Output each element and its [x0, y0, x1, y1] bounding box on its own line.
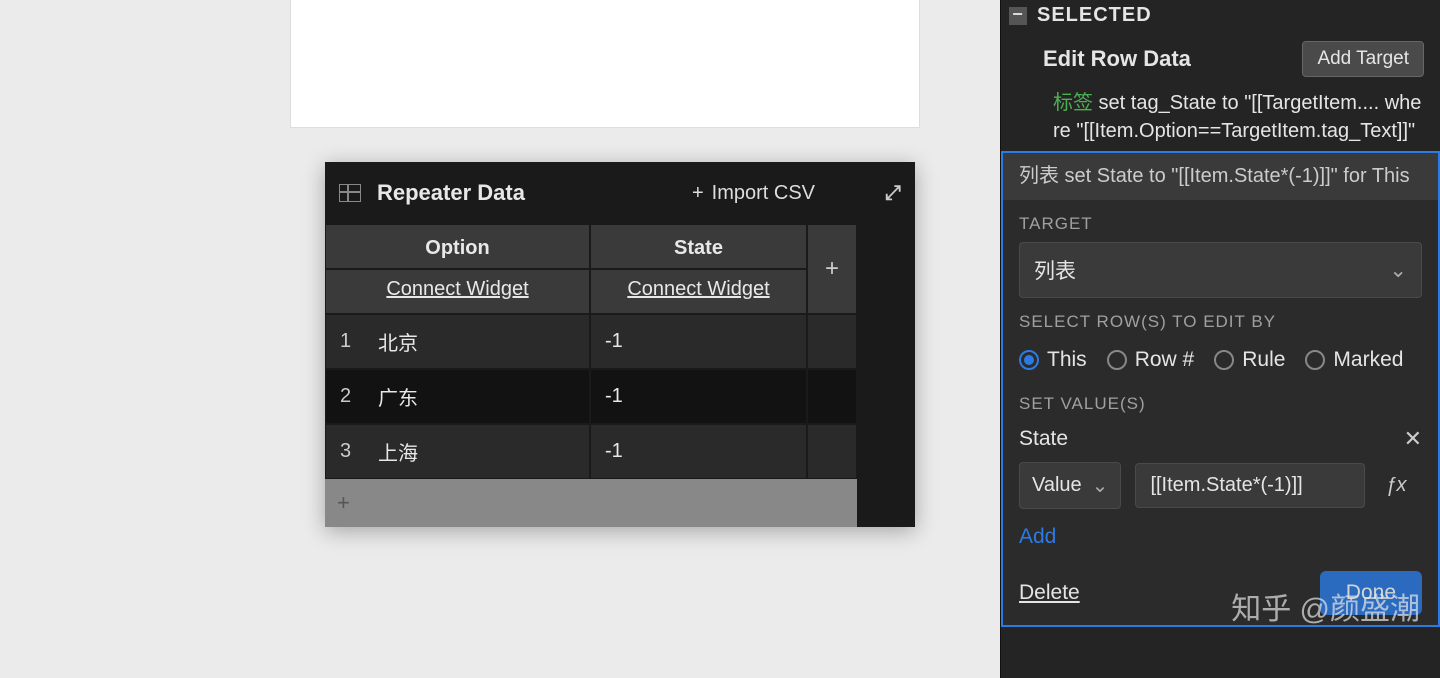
action-description-1[interactable]: 标签 set tag_State to "[[TargetItem.... wh… [1001, 83, 1440, 151]
action-text: set tag_State to "[[TargetItem.... where… [1053, 92, 1421, 142]
selected-section-header[interactable]: − SELECTED [1001, 0, 1440, 35]
set-values-label: SET VALUE(S) [1003, 380, 1438, 422]
table-spacer [857, 224, 915, 314]
done-button[interactable]: Done [1320, 571, 1422, 615]
value-expression-input[interactable] [1135, 463, 1365, 508]
target-select[interactable]: 列表 ⌄ [1019, 242, 1422, 298]
radio-icon [1019, 350, 1039, 370]
cell-tail [857, 424, 915, 479]
cell-state[interactable]: -1 [590, 314, 807, 369]
collapse-minus-icon[interactable]: − [1009, 7, 1027, 25]
cell-option: 北京 [368, 327, 418, 356]
action-summary[interactable]: 列表 set State to "[[Item.State*(-1)]]" fo… [1003, 153, 1438, 200]
value-type-select[interactable]: Value ⌄ [1019, 462, 1121, 509]
connect-widget-option[interactable]: Connect Widget [325, 269, 590, 314]
plus-icon: + [692, 182, 704, 205]
target-name-tag: 标签 [1053, 92, 1093, 114]
radio-marked[interactable]: Marked [1305, 348, 1403, 372]
repeater-data-panel: Repeater Data + Import CSV ⤢ Option Stat… [325, 162, 915, 527]
collapse-icon[interactable]: ⤢ [885, 182, 901, 205]
radio-icon [1107, 350, 1127, 370]
add-column-button[interactable]: + [807, 224, 857, 314]
fx-icon[interactable]: ƒx [1379, 474, 1412, 497]
cell-option: 广东 [368, 382, 418, 411]
row-index: 3 [340, 440, 368, 463]
cell-tail [857, 314, 915, 369]
connect-widget-state[interactable]: Connect Widget [590, 269, 807, 314]
cell-tail [857, 369, 915, 424]
column-header-state[interactable]: State [590, 224, 807, 269]
add-row-button[interactable]: + [325, 479, 857, 527]
radio-rownum[interactable]: Row # [1107, 348, 1195, 372]
chevron-down-icon: ⌄ [1092, 473, 1109, 498]
right-inspector-panel: − SELECTED Edit Row Data Add Target 标签 s… [1000, 0, 1440, 678]
cell-state[interactable]: -1 [590, 369, 807, 424]
cell-option: 上海 [368, 437, 418, 466]
row-index: 2 [340, 385, 368, 408]
add-target-button[interactable]: Add Target [1302, 41, 1424, 77]
radio-this[interactable]: This [1019, 348, 1087, 372]
remove-value-button[interactable]: ✕ [1404, 426, 1422, 452]
canvas-white-frame [290, 0, 920, 128]
set-value-field-name: State [1019, 427, 1404, 451]
table-row[interactable]: 2广东 [325, 369, 590, 424]
select-rows-label: SELECT ROW(S) TO EDIT BY [1003, 298, 1438, 340]
table-row[interactable]: 3上海 [325, 424, 590, 479]
table-row[interactable]: 1北京 [325, 314, 590, 369]
cell-state[interactable]: -1 [590, 424, 807, 479]
import-csv-label: Import CSV [712, 182, 815, 205]
import-csv-button[interactable]: + Import CSV [692, 182, 815, 205]
target-value: 列表 [1034, 255, 1076, 285]
selected-label: SELECTED [1037, 4, 1152, 27]
repeater-title: Repeater Data [377, 180, 525, 206]
active-action-block: 列表 set State to "[[Item.State*(-1)]]" fo… [1001, 151, 1440, 627]
radio-icon [1305, 350, 1325, 370]
cell-tail [857, 479, 915, 527]
row-index: 1 [340, 330, 368, 353]
select-rows-radio-group: This Row # Rule Marked [1003, 340, 1438, 380]
delete-link[interactable]: Delete [1019, 581, 1080, 605]
chevron-down-icon: ⌄ [1389, 258, 1407, 283]
cell-blank [807, 314, 857, 369]
plus-icon: + [337, 490, 350, 516]
repeater-table: Option State + Connect Widget Connect Wi… [325, 224, 915, 527]
cell-blank [807, 369, 857, 424]
add-value-link[interactable]: Add [1003, 515, 1438, 553]
repeater-header: Repeater Data + Import CSV ⤢ [325, 162, 915, 224]
table-icon [339, 184, 361, 202]
target-section-label: TARGET [1003, 200, 1438, 242]
edit-row-data-title: Edit Row Data [1043, 46, 1302, 72]
cell-blank [807, 424, 857, 479]
radio-icon [1214, 350, 1234, 370]
column-header-option[interactable]: Option [325, 224, 590, 269]
radio-rule[interactable]: Rule [1214, 348, 1285, 372]
